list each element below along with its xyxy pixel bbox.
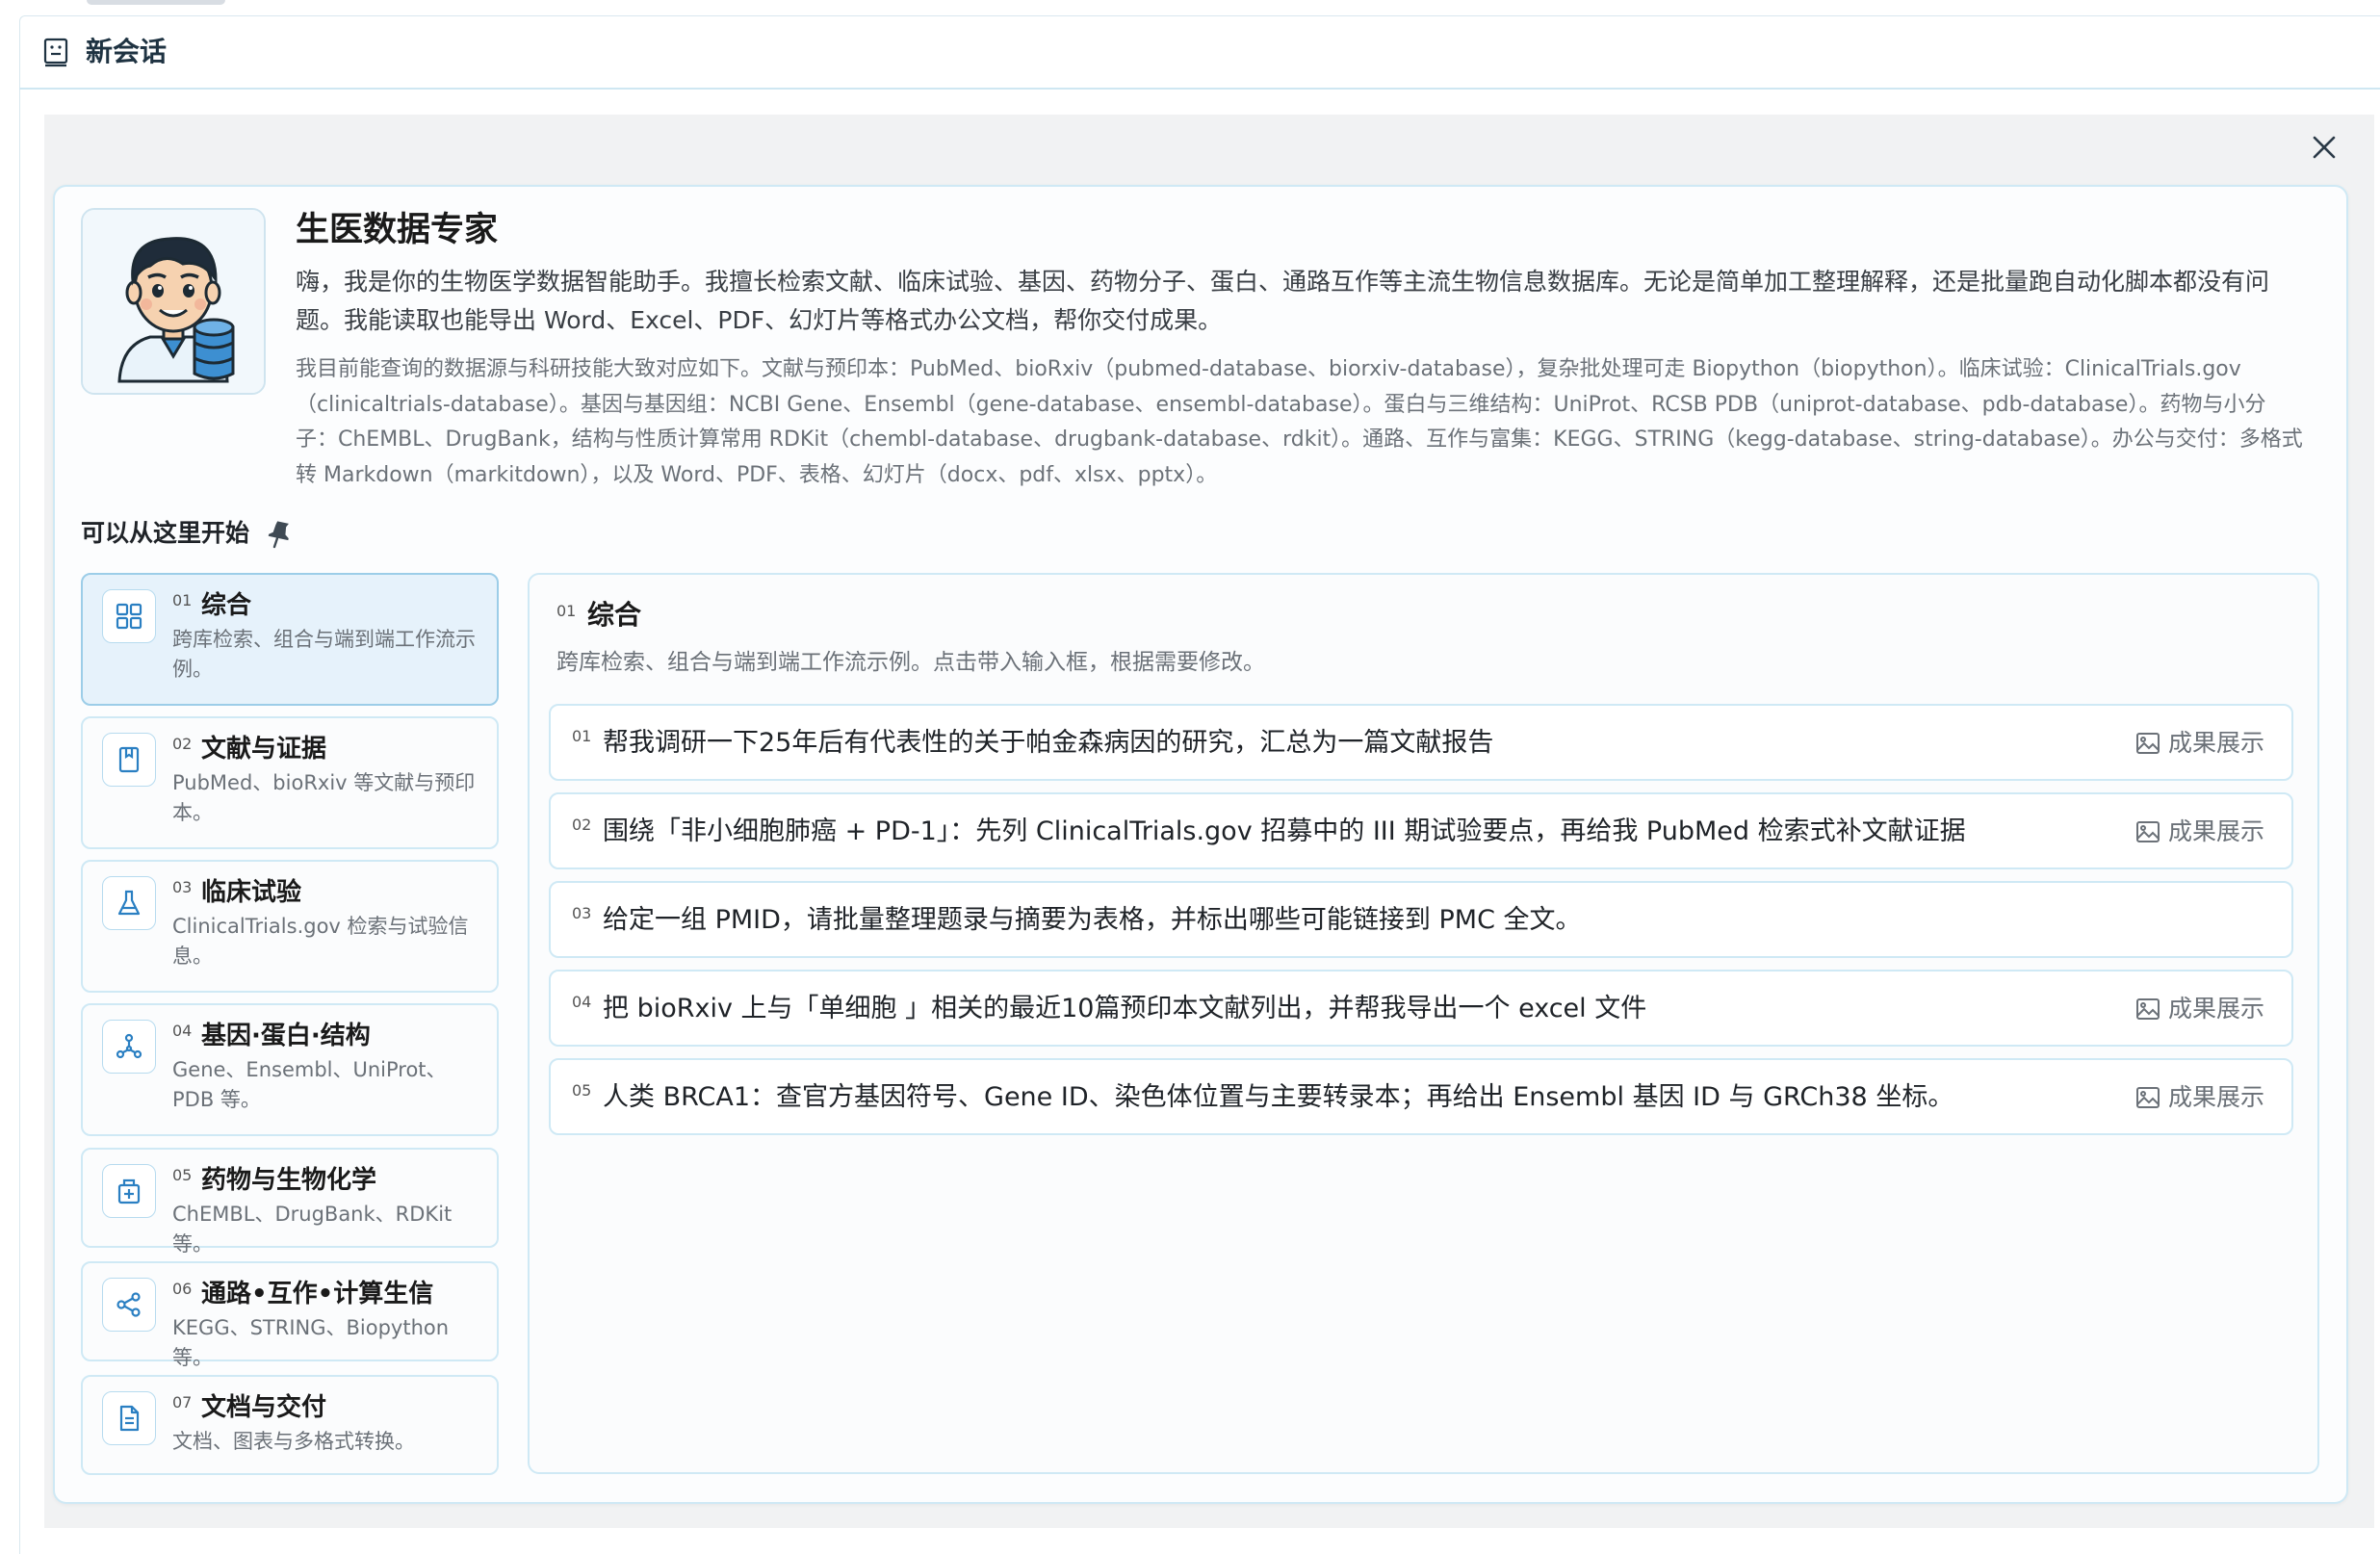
grid-icon xyxy=(116,603,142,630)
share-icon xyxy=(116,1292,141,1317)
chat-bot-icon xyxy=(43,38,68,67)
close-button[interactable] xyxy=(2307,130,2341,165)
panel-description: 跨库检索、组合与端到端工作流示例。点击带入输入框，根据需要修改。 xyxy=(556,650,1265,675)
category-description: Gene、Ensembl、UniProt、PDB 等。 xyxy=(172,1058,447,1111)
assistant-details: 我目前能查询的数据源与科研技能大致对应如下。文献与预印本：PubMed、bioR… xyxy=(296,357,2303,487)
category-card-literature[interactable]: 02 文献与证据 PubMed、bioRxiv 等文献与预印本。 xyxy=(81,716,499,849)
image-icon xyxy=(2135,733,2160,754)
result-showcase-link[interactable]: 成果展示 xyxy=(2135,814,2264,850)
prompt-text: 帮我调研一下25年后有代表性的关于帕金森病因的研究，汇总为一篇文献报告 xyxy=(603,728,1494,758)
image-icon xyxy=(2135,821,2160,842)
result-showcase-link[interactable]: 成果展示 xyxy=(2135,725,2264,762)
header-divider xyxy=(19,88,2380,90)
result-showcase-label: 成果展示 xyxy=(2167,729,2264,757)
category-number: 05 xyxy=(172,1166,193,1184)
example-prompt[interactable]: 02 围绕「非小细胞肺癌 + PD-1」：先列 ClinicalTrials.g… xyxy=(549,792,2293,869)
pin-icon xyxy=(268,521,289,549)
assistant-name: 生医数据专家 xyxy=(296,211,499,249)
category-number: 06 xyxy=(172,1280,193,1298)
category-description: 文档、图表与多格式转换。 xyxy=(172,1430,415,1453)
medicine-icon xyxy=(117,1178,141,1204)
result-showcase-label: 成果展示 xyxy=(2167,817,2264,845)
category-card-documents[interactable]: 07 文档与交付 文档、图表与多格式转换。 xyxy=(81,1375,499,1475)
category-title: 药物与生物化学 xyxy=(201,1166,377,1195)
prompt-number: 04 xyxy=(572,993,592,1011)
prompt-text: 围绕「非小细胞肺癌 + PD-1」：先列 ClinicalTrials.gov … xyxy=(603,816,1966,846)
category-card-pathways[interactable]: 06 通路•互作•计算生信 KEGG、STRING、Biopython 等。 xyxy=(81,1261,499,1369)
assistant-description: 嗨，我是你的生物医学数据智能助手。我擅长检索文献、临床试验、基因、药物分子、蛋白… xyxy=(296,268,2270,334)
category-title: 文献与证据 xyxy=(201,735,327,764)
category-title: 通路•互作•计算生信 xyxy=(201,1280,434,1308)
category-title: 基因·蛋白·结构 xyxy=(201,1022,371,1050)
panel-number: 01 xyxy=(556,602,577,620)
example-prompt[interactable]: 04 把 bioRxiv 上与「单细胞 」相关的最近10篇预印本文献列出，并帮我… xyxy=(549,970,2293,1047)
category-number: 01 xyxy=(172,591,193,609)
flask-icon xyxy=(117,890,141,916)
result-showcase-link[interactable]: 成果展示 xyxy=(2135,991,2264,1027)
category-card-clinical-trials[interactable]: 03 临床试验 ClinicalTrials.gov 检索与试验信息。 xyxy=(81,860,499,993)
category-number: 04 xyxy=(172,1022,193,1040)
panel-title: 综合 xyxy=(587,599,642,631)
molecule-icon xyxy=(116,1033,142,1059)
image-icon xyxy=(2135,1087,2160,1108)
prompt-text: 把 bioRxiv 上与「单细胞 」相关的最近10篇预印本文献列出，并帮我导出一… xyxy=(603,994,1647,1023)
start-here-label: 可以从这里开始 xyxy=(81,519,250,547)
category-description: PubMed、bioRxiv 等文献与预印本。 xyxy=(172,771,476,824)
category-number: 07 xyxy=(172,1393,193,1412)
prompt-number: 03 xyxy=(572,904,592,922)
category-card-drugs[interactable]: 05 药物与生物化学 ChEMBL、DrugBank、RDKit 等。 xyxy=(81,1148,499,1256)
prompt-number: 02 xyxy=(572,816,592,834)
category-card-gene-protein[interactable]: 04 基因·蛋白·结构 Gene、Ensembl、UniProt、PDB 等。 xyxy=(81,1003,499,1136)
category-description: ClinicalTrials.gov 检索与试验信息。 xyxy=(172,915,469,968)
category-title: 综合 xyxy=(201,591,252,620)
prompt-number: 05 xyxy=(572,1081,592,1100)
prompt-text: 给定一组 PMID，请批量整理题录与摘要为表格，并标出哪些可能链接到 PMC 全… xyxy=(603,905,1582,935)
category-number: 02 xyxy=(172,735,193,753)
page-title: 新会话 xyxy=(86,36,168,67)
category-title: 文档与交付 xyxy=(201,1393,327,1422)
top-tab-indicator xyxy=(87,0,225,5)
category-card-comprehensive[interactable]: 01 综合 跨库检索、组合与端到端工作流示例。 xyxy=(81,573,499,706)
prompt-text: 人类 BRCA1：查官方基因符号、Gene ID、染色体位置与主要转录本；再给出… xyxy=(603,1082,1954,1112)
document-icon xyxy=(119,1405,140,1432)
category-description: ChEMBL、DrugBank、RDKit 等。 xyxy=(172,1203,453,1256)
example-prompt[interactable]: 03 给定一组 PMID，请批量整理题录与摘要为表格，并标出哪些可能链接到 PM… xyxy=(549,881,2293,958)
result-showcase-link[interactable]: 成果展示 xyxy=(2135,1079,2264,1116)
close-icon xyxy=(2313,136,2336,159)
example-prompt[interactable]: 05 人类 BRCA1：查官方基因符号、Gene ID、染色体位置与主要转录本；… xyxy=(549,1058,2293,1135)
category-title: 临床试验 xyxy=(201,878,302,907)
image-icon xyxy=(2135,998,2160,1020)
prompt-number: 01 xyxy=(572,727,592,745)
result-showcase-label: 成果展示 xyxy=(2167,995,2264,1023)
avatar xyxy=(81,208,266,395)
example-prompt[interactable]: 01 帮我调研一下25年后有代表性的关于帕金森病因的研究，汇总为一篇文献报告 成… xyxy=(549,704,2293,781)
category-description: 跨库检索、组合与端到端工作流示例。 xyxy=(172,628,476,681)
bookmark-icon xyxy=(118,746,140,773)
category-description: KEGG、STRING、Biopython 等。 xyxy=(172,1316,450,1369)
category-number: 03 xyxy=(172,878,193,896)
result-showcase-label: 成果展示 xyxy=(2167,1083,2264,1111)
